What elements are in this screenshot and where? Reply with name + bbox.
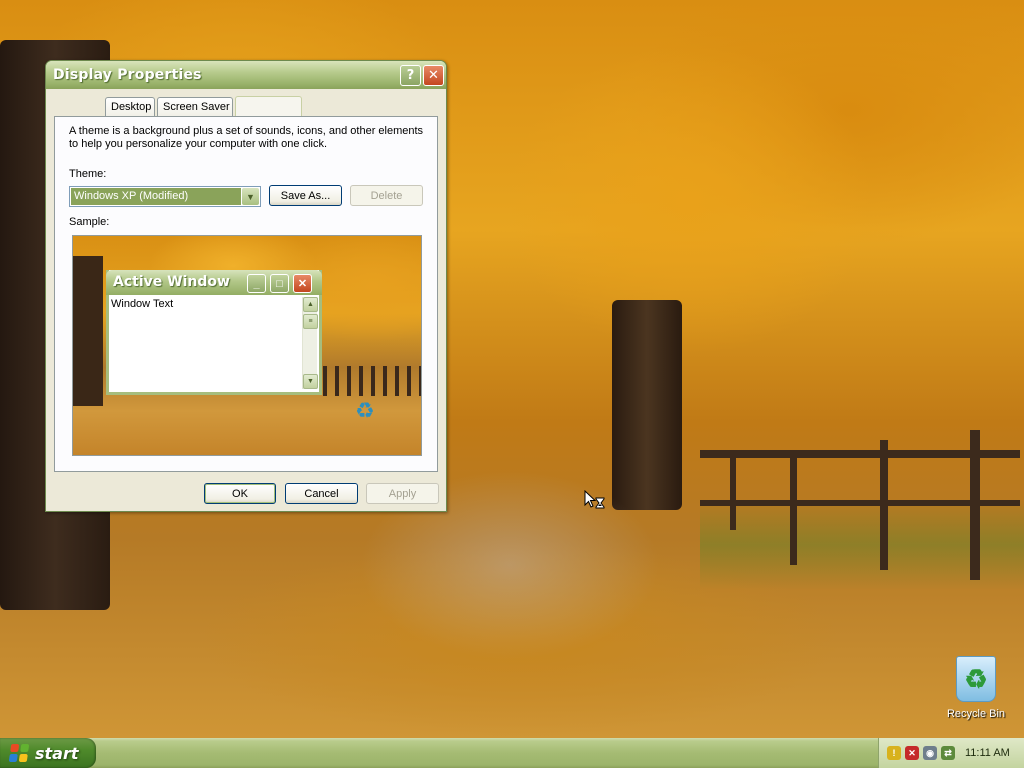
chevron-down-icon[interactable]: ▼ bbox=[242, 188, 259, 205]
close-button[interactable]: ✕ bbox=[423, 65, 444, 86]
windows-logo-icon bbox=[8, 744, 30, 762]
wallpaper-fence-post bbox=[880, 440, 888, 570]
dialog-titlebar[interactable]: Display Properties ? ✕ bbox=[46, 61, 446, 89]
recycle-bin-shortcut[interactable]: ♻ Recycle Bin bbox=[945, 656, 1007, 720]
dialog-title: Display Properties bbox=[53, 67, 202, 83]
antivirus-icon[interactable]: ✕ bbox=[905, 746, 919, 760]
sample-recycle-bin-icon: ♻ bbox=[355, 398, 375, 423]
sample-window-titlebar: Active Window _ □ ✕ bbox=[106, 270, 322, 295]
maximize-icon: □ bbox=[270, 274, 289, 293]
tab-screen-saver[interactable]: Screen Saver bbox=[157, 97, 233, 117]
ok-button[interactable]: OK bbox=[204, 483, 276, 504]
sample-label: Sample: bbox=[69, 216, 110, 228]
save-as-button[interactable]: Save As... bbox=[269, 185, 342, 206]
sample-fence bbox=[323, 366, 421, 396]
system-tray: ! ✕ ◉ ⇄ 11:11 AM bbox=[878, 738, 1024, 768]
taskbar: start ! ✕ ◉ ⇄ 11:11 AM bbox=[0, 738, 1024, 768]
themes-panel: A theme is a background plus a set of so… bbox=[54, 116, 438, 472]
tab-desktop[interactable]: Desktop bbox=[105, 97, 155, 117]
recycle-bin-icon[interactable]: ♻ bbox=[956, 656, 996, 702]
tab-unlabeled[interactable] bbox=[235, 96, 302, 118]
recycle-bin-label[interactable]: Recycle Bin bbox=[945, 708, 1007, 720]
sample-window-text: Window Text bbox=[111, 298, 174, 310]
delete-button[interactable]: Delete bbox=[350, 185, 423, 206]
wallpaper-fence-post bbox=[730, 450, 736, 530]
scroll-up-icon: ▲ bbox=[303, 297, 318, 312]
apply-button[interactable]: Apply bbox=[366, 483, 439, 504]
wallpaper-fence-post bbox=[970, 430, 980, 580]
scroll-thumb: ≡ bbox=[303, 314, 318, 329]
theme-dropdown[interactable]: Windows XP (Modified) ▼ bbox=[69, 186, 261, 207]
sample-active-window: Active Window _ □ ✕ Window Text ▲ ≡ ▼ bbox=[106, 270, 322, 395]
minimize-icon: _ bbox=[247, 274, 266, 293]
busy-cursor-icon bbox=[584, 490, 605, 509]
help-button[interactable]: ? bbox=[400, 65, 421, 86]
security-shield-icon[interactable]: ! bbox=[887, 746, 901, 760]
close-icon: ✕ bbox=[293, 274, 312, 293]
wallpaper-fence-post bbox=[790, 455, 797, 565]
clock[interactable]: 11:11 AM bbox=[965, 747, 1010, 759]
sample-window-body: Window Text ▲ ≡ ▼ bbox=[109, 295, 319, 392]
theme-label: Theme: bbox=[69, 168, 107, 180]
help-icon: ? bbox=[406, 68, 415, 83]
theme-description: A theme is a background plus a set of so… bbox=[69, 125, 424, 150]
scroll-down-icon: ▼ bbox=[303, 374, 318, 389]
theme-selected-value[interactable]: Windows XP (Modified) bbox=[71, 188, 241, 205]
display-properties-dialog: Display Properties ? ✕ Desktop Screen Sa… bbox=[45, 60, 447, 512]
start-label: start bbox=[35, 743, 79, 763]
network-icon[interactable]: ◉ bbox=[923, 746, 937, 760]
start-button[interactable]: start bbox=[0, 738, 96, 768]
cancel-button[interactable]: Cancel bbox=[285, 483, 358, 504]
theme-sample-preview: ♻ Active Window _ □ ✕ Window Text ▲ ≡ ▼ bbox=[72, 235, 422, 456]
close-icon: ✕ bbox=[428, 68, 439, 83]
sample-tree-trunk bbox=[73, 256, 103, 406]
connection-icon[interactable]: ⇄ bbox=[941, 746, 955, 760]
sample-scrollbar: ▲ ≡ ▼ bbox=[302, 297, 318, 389]
sample-window-title: Active Window bbox=[113, 274, 230, 290]
